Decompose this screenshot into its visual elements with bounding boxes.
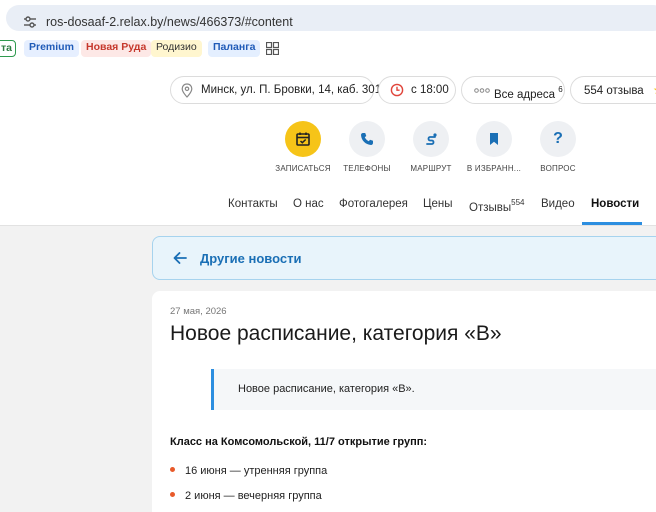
bookmark-rodizio[interactable]: Родизио <box>151 40 202 57</box>
action-phones[interactable]: ТЕЛЕФОНЫ <box>332 121 402 173</box>
all-addresses-chip[interactable]: Все адреса 6 <box>461 76 565 104</box>
article-subhead: Класс на Комсомольской, 11/7 открытие гр… <box>170 436 428 448</box>
reviews-chip[interactable]: 554 отзыва ★ <box>570 76 656 104</box>
bookmark-icon <box>490 133 498 145</box>
article-date: 27 мая, 2026 <box>170 306 227 317</box>
tune-icon[interactable] <box>22 14 38 30</box>
action-route[interactable]: МАРШРУТ <box>396 121 466 173</box>
tab-prices[interactable]: Цены <box>423 198 453 210</box>
hours-chip[interactable]: с 18:00 <box>378 76 456 104</box>
bullet-dot-icon <box>170 492 175 497</box>
tab-reviews[interactable]: Отзывы554 <box>469 198 525 214</box>
tab-video[interactable]: Видео <box>541 198 575 210</box>
address-chip[interactable]: Минск, ул. П. Бровки, 14, каб. 301 <box>170 76 381 104</box>
url-text[interactable]: ros-dosaaf-2.relax.by/news/466373/#conte… <box>46 15 293 29</box>
omnibox[interactable]: ros-dosaaf-2.relax.by/news/466373/#conte… <box>6 5 656 31</box>
section-tabs: Контакты О нас Фотогалерея Цены Отзывы55… <box>0 192 656 226</box>
apps-grid-icon[interactable] <box>266 42 279 55</box>
site-header: Минск, ул. П. Бровки, 14, каб. 301 с 18:… <box>0 62 656 226</box>
article-title: Новое расписание, категория «В» <box>170 322 502 345</box>
address-text: Минск, ул. П. Бровки, 14, каб. 301 <box>201 84 382 96</box>
article-quote: Новое расписание, категория «В». <box>211 369 656 410</box>
action-favorite[interactable]: В ИЗБРАНН... <box>459 121 529 173</box>
location-pin-icon <box>181 83 193 98</box>
reviews-text: 554 отзыва <box>584 85 644 97</box>
list-item: 16 июня — утренняя группа <box>170 465 327 477</box>
action-label: ВОПРОС <box>540 164 576 173</box>
hours-text: с 18:00 <box>411 84 449 96</box>
dots-icon <box>474 88 490 93</box>
calendar-icon <box>296 132 310 146</box>
bookmark-palanga[interactable]: Паланга <box>208 40 261 57</box>
phone-icon <box>361 133 373 145</box>
action-label: ТЕЛЕФОНЫ <box>343 164 391 173</box>
all-addresses-count: 6 <box>558 85 563 94</box>
list-item-text: 16 июня — утренняя группа <box>185 465 328 477</box>
other-news-link[interactable]: Другие новости <box>152 236 656 280</box>
article-card: 27 мая, 2026 Новое расписание, категория… <box>152 291 656 512</box>
action-book[interactable]: ЗАПИСАТЬСЯ <box>268 121 338 173</box>
bookmark-premium[interactable]: Premium <box>24 40 79 57</box>
tab-news[interactable]: Новости <box>591 198 639 210</box>
bookmarks-bar: та Premium Новая Руда Родизио Паланга <box>0 34 656 62</box>
tab-reviews-count: 554 <box>511 198 525 207</box>
address-bar: ros-dosaaf-2.relax.by/news/466373/#conte… <box>0 0 656 34</box>
tab-about[interactable]: О нас <box>293 198 324 210</box>
list-item: 2 июня — вечерняя группа <box>170 490 322 502</box>
list-item-text: 2 июня — вечерняя группа <box>185 490 322 502</box>
tab-reviews-label: Отзывы <box>469 202 512 214</box>
action-question[interactable]: ? ВОПРОС <box>523 121 593 173</box>
quote-text: Новое расписание, категория «В». <box>238 383 415 395</box>
arrow-left-icon <box>173 252 187 264</box>
bookmark-novaya-ruda[interactable]: Новая Руда <box>81 40 152 57</box>
action-label: В ИЗБРАНН... <box>466 164 522 173</box>
action-label: МАРШРУТ <box>410 164 452 173</box>
bookmark-item[interactable]: та <box>0 40 16 57</box>
other-news-label: Другие новости <box>200 251 302 266</box>
active-tab-indicator <box>582 222 642 225</box>
question-icon: ? <box>553 130 563 147</box>
route-icon <box>426 133 437 145</box>
all-addresses-text: Все адреса <box>494 89 556 101</box>
tab-contacts[interactable]: Контакты <box>228 198 278 210</box>
action-label: ЗАПИСАТЬСЯ <box>275 164 331 173</box>
bullet-dot-icon <box>170 467 175 472</box>
tab-gallery[interactable]: Фотогалерея <box>339 198 408 210</box>
clock-icon <box>390 83 404 97</box>
